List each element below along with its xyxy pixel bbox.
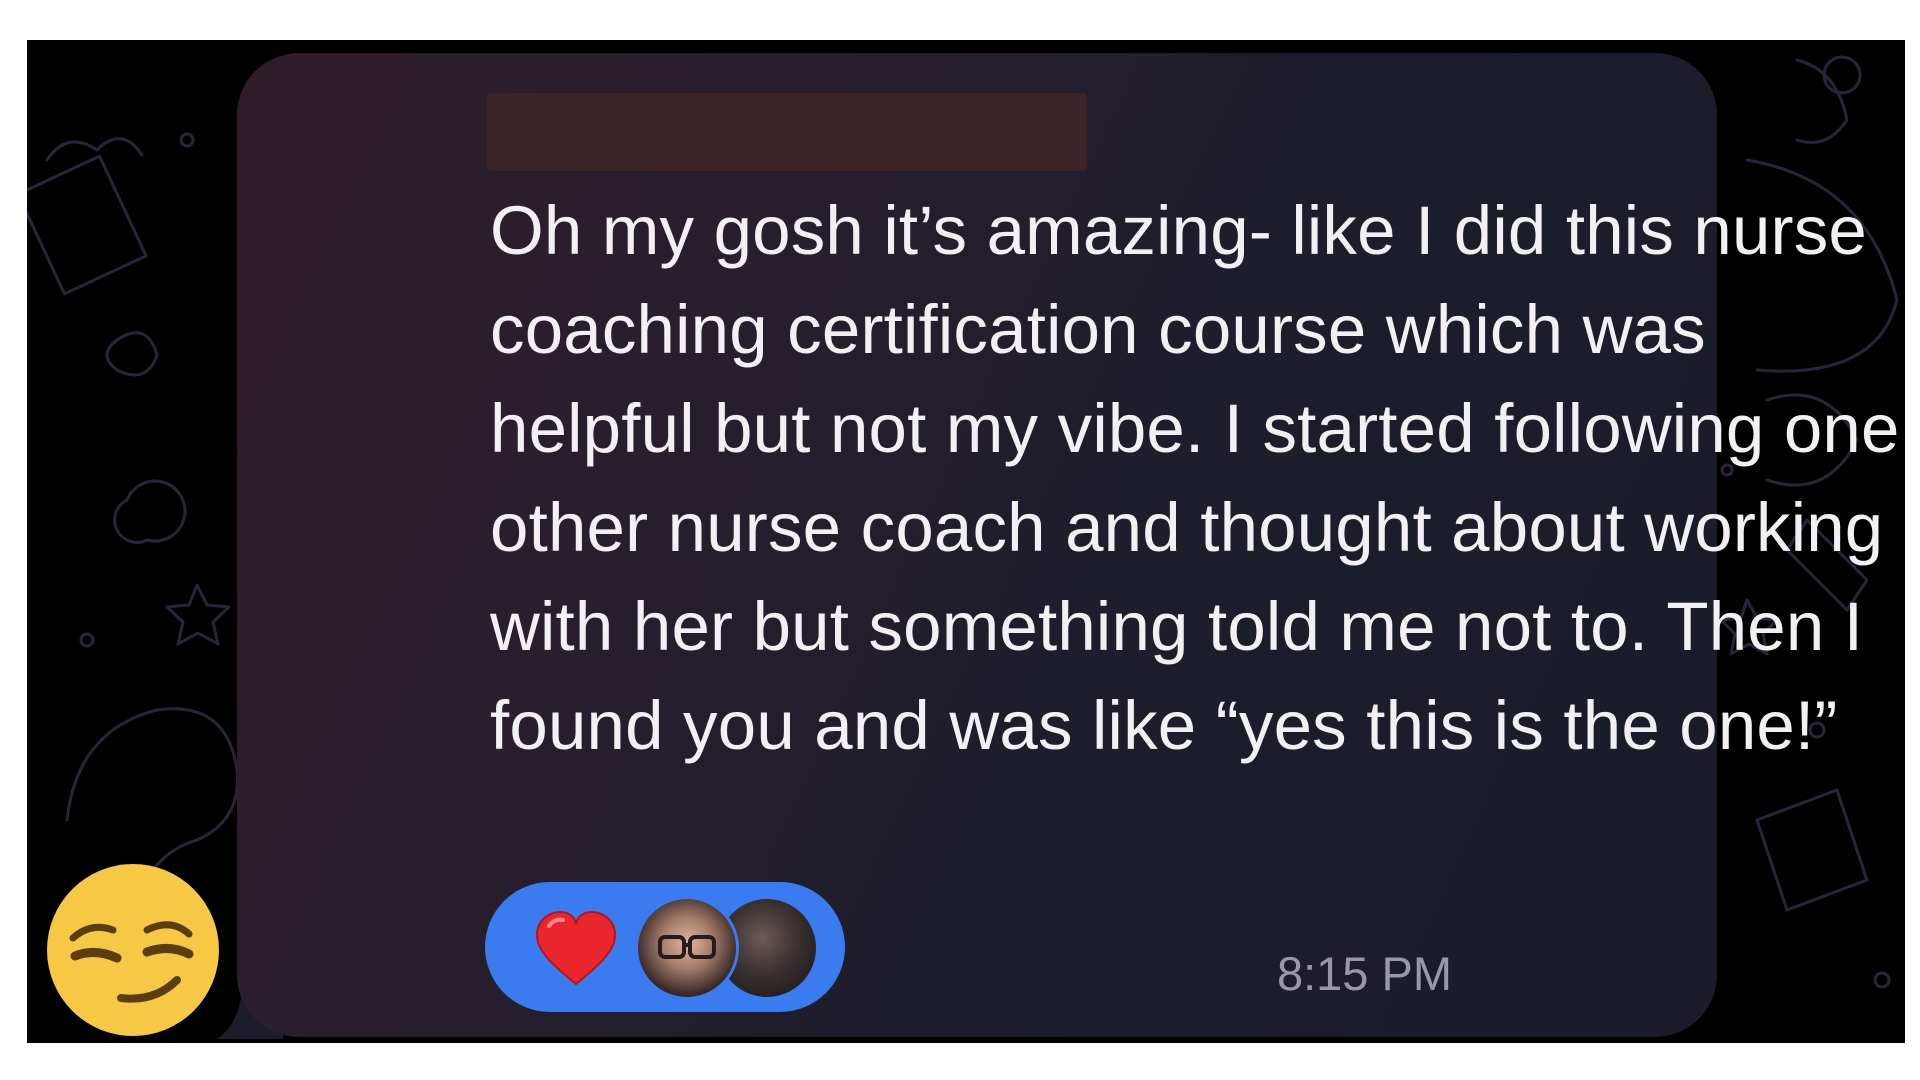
message-bubble[interactable]: Oh my gosh it’s amazing- like I did this… <box>237 53 1899 1037</box>
message-text: Oh my gosh it’s amazing- like I did this… <box>490 192 1900 764</box>
chat-background: Oh my gosh it’s amazing- like I did this… <box>27 40 1905 1043</box>
reactions-pill[interactable] <box>485 882 845 1012</box>
smirking-face-emoji <box>47 864 219 1036</box>
heart-icon <box>535 910 617 986</box>
reactor-avatar[interactable] <box>635 896 739 1000</box>
glasses-icon <box>658 935 716 959</box>
redacted-sender-name <box>487 93 1087 171</box>
message-timestamp: 8:15 PM <box>1276 947 1452 1000</box>
